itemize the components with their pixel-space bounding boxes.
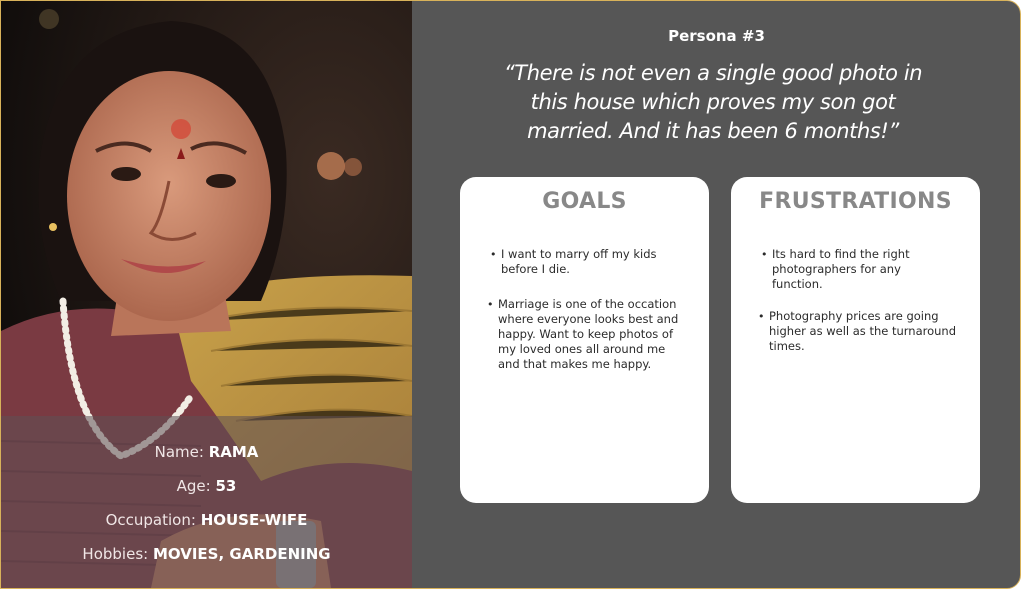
bullet-icon: • bbox=[490, 248, 497, 261]
profile-hobbies: Hobbies: MOVIES, GARDENING bbox=[82, 545, 331, 563]
goals-title: GOALS bbox=[542, 189, 627, 214]
persona-quote: “There is not even a single good photo i… bbox=[503, 61, 923, 143]
goals-card: GOALS • I want to marry off my kids befo… bbox=[460, 177, 709, 503]
bullet-icon: • bbox=[758, 310, 765, 323]
profile-occupation: Occupation: HOUSE-WIFE bbox=[105, 511, 308, 529]
goals-item: • I want to marry off my kids before I d… bbox=[490, 247, 657, 276]
persona-photo: Name: RAMA Age: 53 Occupation: HOUSE-WIF… bbox=[1, 1, 412, 588]
bullet-icon: • bbox=[487, 298, 494, 311]
profile-age: Age: 53 bbox=[176, 477, 237, 495]
frustrations-item: • Photography prices are going higher as… bbox=[758, 309, 957, 353]
persona-card: Name: RAMA Age: 53 Occupation: HOUSE-WIF… bbox=[0, 0, 1021, 589]
bullet-icon: • bbox=[761, 248, 768, 261]
persona-label: Persona #3 bbox=[668, 27, 765, 45]
profile-name: Name: RAMA bbox=[154, 443, 259, 461]
frustrations-item: • Its hard to find the right photographe… bbox=[761, 247, 910, 291]
frustrations-card: FRUSTRATIONS • Its hard to find the righ… bbox=[731, 177, 980, 503]
frustrations-title: FRUSTRATIONS bbox=[759, 189, 952, 214]
goals-item: • Marriage is one of the occation where … bbox=[487, 297, 679, 371]
